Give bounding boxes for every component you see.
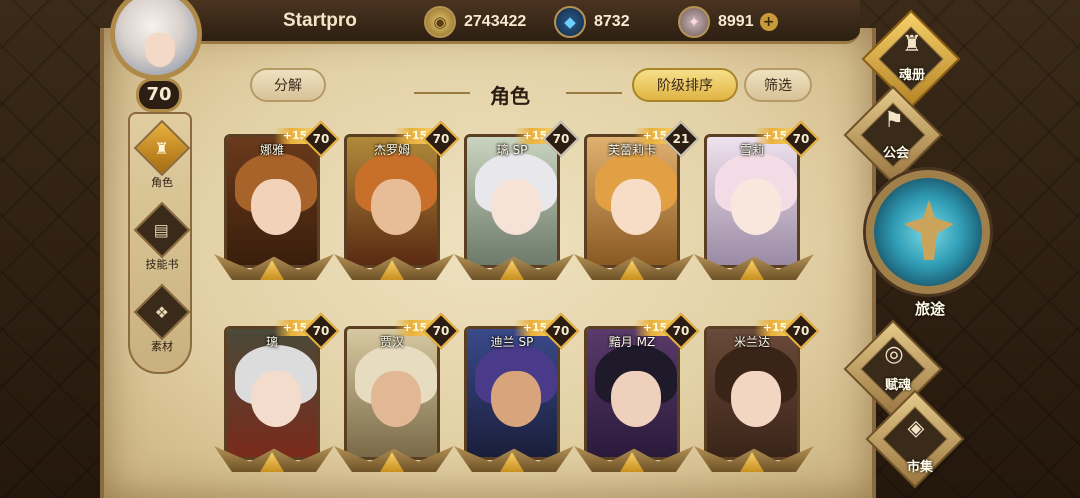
nav-label: 技能书 xyxy=(145,258,179,271)
title-ornament-right xyxy=(566,92,622,94)
page-title: 角色 xyxy=(490,84,530,108)
helmet-icon: ♜ xyxy=(133,119,191,177)
card-portrait: 芙蕾莉卡 xyxy=(584,134,680,268)
character-card[interactable]: +15 70 贾汉 xyxy=(334,312,460,476)
soul-gift-label: 赋魂 xyxy=(884,378,911,393)
skill-book-icon: ▤ xyxy=(133,201,191,259)
nav-item-characters[interactable]: ♜ 角色 xyxy=(130,119,194,190)
card-portrait: 璃 SP xyxy=(464,134,560,268)
character-card[interactable]: +15 70 雪莉 xyxy=(694,120,820,284)
card-portrait: 雪莉 xyxy=(704,134,800,268)
gem-currency: ◆ 8732 xyxy=(554,6,630,38)
character-card[interactable]: +15 70 杰罗姆 xyxy=(334,120,460,284)
character-card[interactable]: +15 70 娜雅 xyxy=(214,120,340,284)
left-nav: ♜ 角色 ▤ 技能书 ❖ 素材 xyxy=(128,112,192,374)
avatar[interactable] xyxy=(110,0,202,80)
card-portrait: 米兰达 xyxy=(704,326,800,460)
title-ornament-left xyxy=(414,92,470,94)
nav-label: 素材 xyxy=(151,340,173,353)
journey-button[interactable] xyxy=(866,170,990,294)
card-portrait: 娜雅 xyxy=(224,134,320,268)
nav-item-skill-books[interactable]: ▤ 技能书 xyxy=(130,201,194,272)
gold-currency: ◉ 2743422 xyxy=(424,6,526,38)
swirl-icon: ◎ xyxy=(884,342,904,367)
filter-button[interactable]: 筛选 xyxy=(744,68,812,102)
guild-label: 公会 xyxy=(882,146,909,161)
card-portrait: 黯月 MZ xyxy=(584,326,680,460)
market-label: 市集 xyxy=(906,460,933,475)
crystal-amount: 8991 xyxy=(718,13,754,30)
add-crystals-button[interactable]: + xyxy=(759,13,778,31)
journey-emblem-icon xyxy=(904,200,954,260)
player-avatar[interactable]: 70 xyxy=(104,0,204,112)
gem-amount: 8732 xyxy=(594,13,630,30)
soul-book-icon: ♜ xyxy=(902,32,922,57)
card-portrait: 迪兰 SP xyxy=(464,326,560,460)
materials-icon: ❖ xyxy=(133,283,191,341)
crystal-icon: ✦ xyxy=(678,6,710,38)
crystal-currency: ✦ 8991 + xyxy=(678,6,778,38)
rank-sort-button[interactable]: 阶级排序 xyxy=(632,68,738,102)
nav-label: 角色 xyxy=(151,176,173,189)
guild-icon: ⚑ xyxy=(884,108,904,133)
gold-coin-icon: ◉ xyxy=(424,6,456,38)
character-card[interactable]: +15 70 黯月 MZ xyxy=(574,312,700,476)
card-portrait: 杰罗姆 xyxy=(344,134,440,268)
character-card[interactable]: +15 21 芙蕾莉卡 xyxy=(574,120,700,284)
blue-gem-icon: ◆ xyxy=(554,6,586,38)
character-card[interactable]: +15 70 迪兰 SP xyxy=(454,312,580,476)
journey-label: 旅途 xyxy=(914,300,945,318)
card-portrait: 贾汉 xyxy=(344,326,440,460)
decompose-button[interactable]: 分解 xyxy=(250,68,326,102)
character-card[interactable]: +15 70 璃 SP xyxy=(454,120,580,284)
crystal-market-icon: ◈ xyxy=(907,416,925,441)
gold-amount: 2743422 xyxy=(464,13,527,30)
player-username: Startpro xyxy=(283,10,357,31)
character-card[interactable]: +15 70 璃 xyxy=(214,312,340,476)
card-portrait: 璃 xyxy=(224,326,320,460)
character-card[interactable]: +15 70 米兰达 xyxy=(694,312,820,476)
player-level-badge: 70 xyxy=(136,78,182,112)
nav-item-materials[interactable]: ❖ 素材 xyxy=(130,283,194,354)
soul-book-label: 魂册 xyxy=(898,68,925,83)
